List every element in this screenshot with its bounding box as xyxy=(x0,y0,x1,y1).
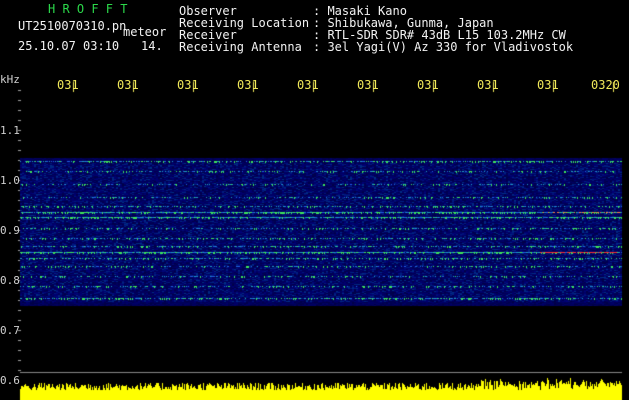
x-tick-label: 031 xyxy=(477,78,499,92)
x-tick-label: 031 xyxy=(417,78,439,92)
x-tick-label: 031 xyxy=(177,78,199,92)
info-value-antenna: : 3el Yagi(V) Az 330 for Vladivostok xyxy=(313,40,574,54)
software-title: H R O F F T xyxy=(48,2,128,16)
mode-label: meteor xyxy=(123,25,167,39)
y-axis-unit: kHz xyxy=(0,73,20,86)
datetime-label: 25.10.07 03:10 xyxy=(18,39,120,53)
y-tick-label: 0.9 xyxy=(0,224,20,237)
x-tick-label: 031 xyxy=(357,78,379,92)
x-tick-label: 031 xyxy=(57,78,79,92)
y-tick-label: 0.8 xyxy=(0,274,20,287)
x-tick-label: 031 xyxy=(297,78,319,92)
y-tick-label: 0.6 xyxy=(0,374,20,387)
x-tick-label: 031 xyxy=(237,78,259,92)
y-tick-label: 0.7 xyxy=(0,324,20,337)
filename-label: UT2510070310.pn xyxy=(18,19,127,33)
x-tick-label: 031 xyxy=(117,78,139,92)
x-tick-label: 0320 xyxy=(591,78,620,92)
frame-index-label: 14. xyxy=(141,39,163,53)
y-tick-label: 1.0 xyxy=(0,174,20,187)
info-label-antenna: Receiving Antenna xyxy=(179,40,302,54)
y-tick-label: 1.1 xyxy=(0,124,20,137)
spectrogram-waterfall xyxy=(0,0,629,400)
x-tick-label: 031 xyxy=(537,78,559,92)
